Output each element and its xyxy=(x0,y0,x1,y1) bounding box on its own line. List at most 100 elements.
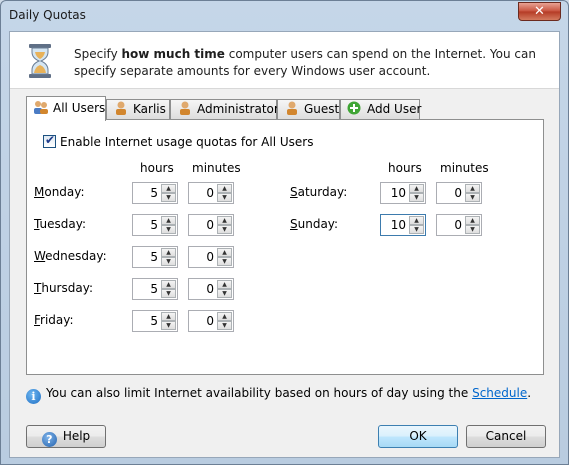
tab-add-user[interactable]: Add User xyxy=(340,99,422,120)
down-arrow-icon[interactable]: ▼ xyxy=(409,225,424,234)
user-icon xyxy=(116,101,126,115)
schedule-info: i You can also limit Internet availabilit… xyxy=(26,386,531,404)
dialog-client: Specify how much time computer users can… xyxy=(9,31,560,458)
stepper-value: 5 xyxy=(150,314,158,328)
up-arrow-icon[interactable]: ▲ xyxy=(161,280,176,289)
tab-all-users[interactable]: All Users xyxy=(26,96,106,121)
friday-minutes-stepper[interactable]: 0 ▲ ▼ xyxy=(188,310,234,332)
up-arrow-icon[interactable]: ▲ xyxy=(217,248,232,257)
accel-key: S xyxy=(290,185,298,199)
up-arrow-icon[interactable]: ▲ xyxy=(161,312,176,321)
monday-minutes-stepper[interactable]: 0 ▲ ▼ xyxy=(188,182,234,204)
cancel-label: Cancel xyxy=(485,429,527,443)
accel-key: W xyxy=(34,249,46,263)
thursday-label: Thursday: xyxy=(34,281,93,295)
down-arrow-icon[interactable]: ▼ xyxy=(217,257,232,266)
down-arrow-icon[interactable]: ▼ xyxy=(217,225,232,234)
stepper-value: 5 xyxy=(150,186,158,200)
tuesday-minutes-stepper[interactable]: 0 ▲ ▼ xyxy=(188,214,234,236)
down-arrow-icon[interactable]: ▼ xyxy=(217,321,232,330)
stepper-value: 5 xyxy=(150,218,158,232)
stepper-value: 0 xyxy=(206,282,214,296)
tab-guest[interactable]: Guest xyxy=(277,99,340,120)
stepper-value: 0 xyxy=(454,218,462,232)
down-arrow-icon[interactable]: ▼ xyxy=(217,289,232,298)
enable-quotas-checkbox[interactable]: ✔ xyxy=(43,133,56,148)
label-rest: ednesday: xyxy=(45,249,107,263)
up-arrow-icon[interactable]: ▲ xyxy=(465,216,480,225)
friday-hours-stepper[interactable]: 5 ▲ ▼ xyxy=(132,310,178,332)
up-arrow-icon[interactable]: ▲ xyxy=(161,248,176,257)
tab-karlis[interactable]: Karlis xyxy=(106,99,170,120)
close-button[interactable]: ✕ xyxy=(518,2,561,21)
up-arrow-icon[interactable]: ▲ xyxy=(409,184,424,193)
down-arrow-icon[interactable]: ▼ xyxy=(161,193,176,202)
hours-header-right: hours xyxy=(388,161,422,175)
down-arrow-icon[interactable]: ▼ xyxy=(161,257,176,266)
tuesday-hours-stepper[interactable]: 5 ▲ ▼ xyxy=(132,214,178,236)
up-arrow-icon[interactable]: ▲ xyxy=(217,184,232,193)
wednesday-minutes-stepper[interactable]: 0 ▲ ▼ xyxy=(188,246,234,268)
checkmark-icon: ✔ xyxy=(45,133,56,147)
up-arrow-icon[interactable]: ▲ xyxy=(217,216,232,225)
up-arrow-icon[interactable]: ▲ xyxy=(161,216,176,225)
up-arrow-icon[interactable]: ▲ xyxy=(465,184,480,193)
help-label: Help xyxy=(62,429,91,443)
sunday-minutes-stepper[interactable]: 0 ▲ ▼ xyxy=(436,214,482,236)
up-arrow-icon[interactable]: ▲ xyxy=(217,312,232,321)
saturday-hours-stepper[interactable]: 10 ▲ ▼ xyxy=(380,182,426,204)
down-arrow-icon[interactable]: ▼ xyxy=(217,193,232,202)
monday-hours-stepper[interactable]: 5 ▲ ▼ xyxy=(132,182,178,204)
window-title: Daily Quotas xyxy=(9,8,86,22)
intro-pre: Specify xyxy=(74,47,122,61)
add-icon xyxy=(347,101,361,115)
intro-text: Specify how much time computer users can… xyxy=(74,46,544,80)
header-area: Specify how much time computer users can… xyxy=(10,32,559,88)
label-rest: riday: xyxy=(40,313,74,327)
header-divider xyxy=(10,88,559,89)
thursday-minutes-stepper[interactable]: 0 ▲ ▼ xyxy=(188,278,234,300)
label-rest: aturday: xyxy=(297,185,348,199)
down-arrow-icon[interactable]: ▼ xyxy=(161,289,176,298)
title-bar[interactable]: Daily Quotas ✕ xyxy=(1,1,568,31)
user-icon xyxy=(287,101,297,115)
wednesday-hours-stepper[interactable]: 5 ▲ ▼ xyxy=(132,246,178,268)
stepper-value: 5 xyxy=(150,282,158,296)
down-arrow-icon[interactable]: ▼ xyxy=(409,193,424,202)
enable-quotas-row[interactable]: ✔ Enable Internet usage quotas for All Us… xyxy=(43,133,314,149)
schedule-link[interactable]: Schedule xyxy=(472,386,527,400)
cancel-button[interactable]: Cancel xyxy=(466,425,546,448)
saturday-minutes-stepper[interactable]: 0 ▲ ▼ xyxy=(436,182,482,204)
label-rest: uesday: xyxy=(39,217,86,231)
accel-key: M xyxy=(34,185,45,199)
up-arrow-icon[interactable]: ▲ xyxy=(409,216,424,225)
ok-button[interactable]: OK xyxy=(378,425,458,448)
enable-quotas-label: Enable Internet usage quotas for All Use… xyxy=(60,135,314,149)
tab-label: All Users xyxy=(53,101,106,115)
tab-administrator[interactable]: Administrator xyxy=(170,99,279,120)
quota-panel: ✔ Enable Internet usage quotas for All Us… xyxy=(26,119,544,375)
tab-label: Karlis xyxy=(133,102,166,116)
stepper-value: 5 xyxy=(150,250,158,264)
label-rest: hursday: xyxy=(41,281,93,295)
help-button[interactable]: ? Help xyxy=(26,425,106,448)
stepper-value: 0 xyxy=(206,186,214,200)
down-arrow-icon[interactable]: ▼ xyxy=(465,193,480,202)
tab-label: Guest xyxy=(304,102,340,116)
close-icon: ✕ xyxy=(534,4,545,19)
up-arrow-icon[interactable]: ▲ xyxy=(161,184,176,193)
minutes-header-left: minutes xyxy=(192,161,241,175)
down-arrow-icon[interactable]: ▼ xyxy=(161,321,176,330)
info-suffix: . xyxy=(527,386,532,400)
hours-header-left: hours xyxy=(140,161,174,175)
user-icon xyxy=(180,101,190,115)
thursday-hours-stepper[interactable]: 5 ▲ ▼ xyxy=(132,278,178,300)
down-arrow-icon[interactable]: ▼ xyxy=(161,225,176,234)
down-arrow-icon[interactable]: ▼ xyxy=(465,225,480,234)
ok-label: OK xyxy=(409,429,427,443)
tab-label: Administrator xyxy=(197,102,279,116)
info-text: You can also limit Internet availability… xyxy=(46,386,473,400)
up-arrow-icon[interactable]: ▲ xyxy=(217,280,232,289)
sunday-hours-stepper[interactable]: 10 ▲ ▼ xyxy=(380,214,426,236)
tab-label: Add User xyxy=(367,102,422,116)
